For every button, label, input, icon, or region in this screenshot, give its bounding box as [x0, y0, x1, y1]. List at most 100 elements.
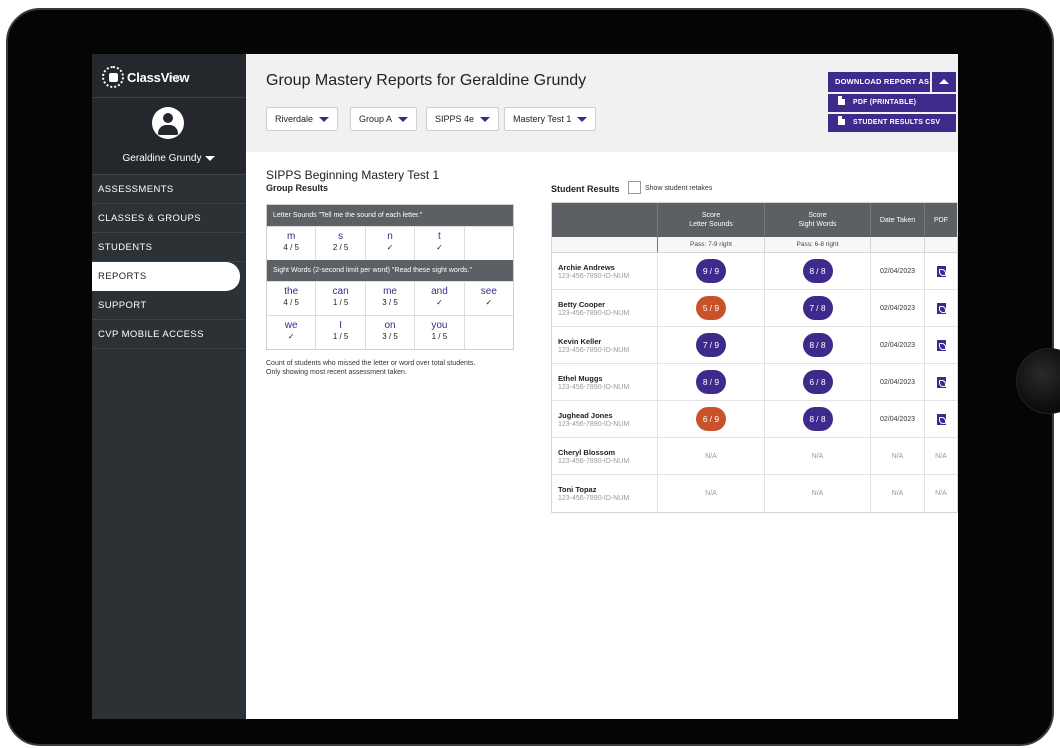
- pdf-file-icon[interactable]: [936, 302, 946, 314]
- date-taken: 02/04/2023: [879, 267, 916, 275]
- download-menu-toggle[interactable]: [932, 72, 956, 92]
- chevron-down-icon: [319, 116, 330, 122]
- sidebar-item-cvp-mobile-access[interactable]: CVP MOBILE ACCESS: [92, 320, 246, 349]
- download-pdf-option[interactable]: PDF (PRINTABLE): [828, 94, 956, 112]
- date-taken: 02/04/2023: [879, 341, 916, 349]
- pdf-cell: [925, 253, 957, 289]
- user-name: Geraldine Grundy: [122, 153, 202, 164]
- sidebar-item-reports[interactable]: REPORTS: [92, 262, 240, 291]
- download-csv-option[interactable]: STUDENT RESULTS CSV: [828, 114, 956, 132]
- test-select[interactable]: Mastery Test 1: [504, 107, 597, 131]
- sidebar-item-classes-groups[interactable]: CLASSES & GROUPS: [92, 204, 246, 233]
- group-select[interactable]: Group A: [350, 107, 418, 131]
- date-taken-cell: 02/04/2023: [871, 290, 925, 326]
- not-available: N/A: [705, 452, 717, 460]
- student-name[interactable]: Kevin Keller: [558, 337, 657, 346]
- word-cell: me 3 / 5: [366, 282, 416, 315]
- date-taken: 02/04/2023: [879, 378, 916, 386]
- pdf-file-icon[interactable]: [936, 376, 946, 388]
- score-total: / 9: [709, 414, 720, 424]
- not-available: N/A: [811, 490, 824, 497]
- sidebar-item-students[interactable]: STUDENTS: [92, 233, 246, 262]
- score-value: 8: [809, 340, 815, 350]
- score-badge: 7/ 8: [802, 296, 833, 320]
- letter-cell: s2 / 5: [316, 227, 366, 260]
- pdf-file-icon[interactable]: [936, 413, 946, 425]
- table-row: Jughead Jones 123-456-7890-ID-NUM 6/ 9 8/ 8…: [552, 401, 957, 438]
- student-id: 123-456-7890-ID-NUM: [558, 346, 630, 354]
- score-badge: 8/ 8: [802, 407, 833, 431]
- pdf-file-icon[interactable]: [936, 339, 946, 351]
- chevron-up-icon: [939, 79, 949, 84]
- letter-cell: n ✓: [366, 227, 416, 260]
- student-name-cell: Ethel Muggs 123-456-7890-ID-NUM: [552, 364, 658, 400]
- table-row: Betty Cooper 123-456-7890-ID-NUM 5/ 9 7/ 8 0…: [552, 290, 957, 327]
- score-badge: 6/ 8: [802, 370, 833, 394]
- student-name[interactable]: Ethel Muggs: [558, 374, 657, 383]
- test-title: SIPPS Beginning Mastery Test 1: [266, 168, 440, 182]
- chevron-down-icon: [480, 116, 491, 122]
- student-name[interactable]: Archie Andrews: [558, 263, 657, 272]
- sidebar-profile: ClassView PRO Geraldine Grundy: [92, 54, 246, 175]
- download-report-button[interactable]: DOWNLOAD REPORT AS: [828, 72, 930, 92]
- sight-words-header: Sight Words (2-second limit per word) "R…: [267, 260, 513, 281]
- student-name[interactable]: Betty Cooper: [558, 300, 657, 309]
- program-value: SIPPS 4e: [435, 114, 475, 124]
- chevron-down-icon: [398, 116, 409, 122]
- show-retakes-checkbox[interactable]: [628, 181, 641, 194]
- score-value: 8: [809, 414, 815, 424]
- student-name-cell: Jughead Jones 123-456-7890-ID-NUM: [552, 401, 658, 437]
- score-total: / 9: [709, 340, 720, 350]
- student-id: 123-456-7890-ID-NUM: [558, 383, 630, 391]
- column-header-letter-sounds: Score Letter Sounds: [658, 203, 765, 237]
- student-name[interactable]: Jughead Jones: [558, 411, 657, 420]
- sidebar-item-assessments[interactable]: ASSESSMENTS: [92, 175, 246, 204]
- score-total: / 8: [816, 377, 826, 387]
- student-name[interactable]: Cheryl Blossom: [558, 448, 657, 457]
- student-name-cell: Archie Andrews 123-456-7890-ID-NUM: [552, 253, 658, 289]
- page-title: Group Mastery Reports for Geraldine Grun…: [266, 72, 587, 89]
- date-taken-cell: 02/04/2023: [871, 364, 925, 400]
- score-value: 8: [702, 377, 708, 387]
- student-name-cell: Cheryl Blossom 123-456-7890-ID-NUM: [552, 438, 658, 474]
- app-screen: ClassView PRO Geraldine Grundy ASSESSMEN…: [92, 54, 958, 719]
- word-cell: on 3 / 5: [366, 316, 416, 349]
- not-available: N/A: [891, 490, 904, 497]
- student-name[interactable]: Toni Topaz: [558, 485, 657, 494]
- district-select[interactable]: Riverdale: [266, 107, 339, 131]
- letter-sounds-header: Letter Sounds "Tell me the sound of each…: [267, 205, 513, 226]
- program-select[interactable]: SIPPS 4e: [426, 107, 500, 131]
- group-results-note: Count of students who missed the letter …: [266, 360, 476, 376]
- student-id: 123-456-7890-ID-NUM: [558, 420, 630, 428]
- chevron-down-icon: [205, 155, 216, 161]
- score-value: 7: [809, 303, 815, 313]
- word-cell: can 1 / 5: [316, 282, 366, 315]
- user-menu[interactable]: Geraldine Grundy: [92, 153, 246, 164]
- letter-sounds-pass: Pass: 7-9 right: [658, 237, 765, 252]
- not-available: N/A: [705, 490, 717, 497]
- sight-words-score-cell: N/A: [765, 438, 871, 474]
- sidebar-item-support[interactable]: SUPPORT: [92, 291, 246, 320]
- sight-words-score-cell: 8/ 8: [765, 327, 871, 363]
- report-header: Group Mastery Reports for Geraldine Grun…: [246, 54, 958, 152]
- avatar: [152, 107, 184, 139]
- sight-words-score-cell: 6/ 8: [765, 364, 871, 400]
- score-total: / 9: [709, 303, 720, 313]
- sight-words-score-cell: 8/ 8: [765, 253, 871, 289]
- letter-sounds-score-cell: 8/ 9: [658, 364, 765, 400]
- score-value: 6: [809, 377, 815, 387]
- sidebar: ClassView PRO Geraldine Grundy ASSESSMEN…: [92, 54, 246, 719]
- sight-words-score-cell: 8/ 8: [765, 401, 871, 437]
- table-header: Score Letter Sounds Score Sight Words Date…: [552, 203, 957, 237]
- column-header-pdf: PDF: [934, 216, 948, 224]
- letter-cell: m4 / 5: [267, 227, 317, 260]
- letter-sounds-score-cell: N/A: [658, 475, 765, 512]
- pdf-file-icon[interactable]: [936, 265, 946, 277]
- pdf-cell: N/A: [925, 475, 957, 512]
- score-total: / 8: [816, 303, 826, 313]
- show-retakes-label: Show student retakes: [645, 185, 713, 192]
- chevron-down-icon: [577, 116, 588, 122]
- student-name-cell: Kevin Keller 123-456-7890-ID-NUM: [552, 327, 658, 363]
- score-total: / 9: [709, 266, 720, 276]
- pass-criteria-row: Pass: 7-9 right Pass: 6-8 right: [552, 237, 957, 253]
